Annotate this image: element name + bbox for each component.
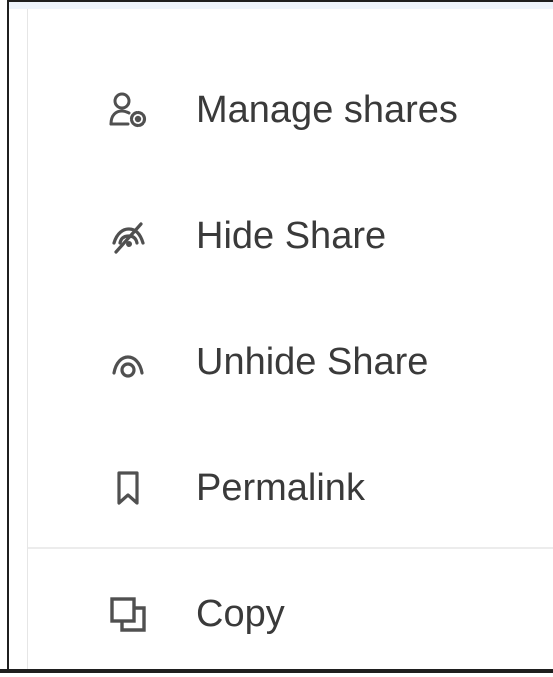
copy-icon <box>108 594 148 634</box>
menu-item-label: Permalink <box>196 467 365 509</box>
menu-item-label: Unhide Share <box>196 341 429 383</box>
eye-icon <box>108 342 148 382</box>
menu-item-permalink[interactable]: Permalink <box>28 425 553 551</box>
bottom-window-edge <box>0 669 553 673</box>
menu-item-hide-share[interactable]: Hide Share <box>28 173 553 299</box>
bookmark-icon <box>108 468 148 508</box>
user-gear-icon <box>108 90 148 130</box>
left-window-edge <box>0 0 9 673</box>
menu-item-unhide-share[interactable]: Unhide Share <box>28 299 553 425</box>
menu-item-label: Manage shares <box>196 89 458 131</box>
screenshot-frame: Manage shares Hide Share Unhide Share Pe… <box>0 0 553 673</box>
top-window-strip <box>9 0 553 9</box>
menu-item-manage-shares[interactable]: Manage shares <box>28 47 553 173</box>
menu-item-label: Copy <box>196 593 285 635</box>
eye-off-icon <box>108 216 148 256</box>
context-menu: Manage shares Hide Share Unhide Share Pe… <box>27 9 553 669</box>
menu-item-label: Hide Share <box>196 215 387 257</box>
menu-item-copy[interactable]: Copy <box>28 551 553 677</box>
menu-separator <box>28 547 553 549</box>
